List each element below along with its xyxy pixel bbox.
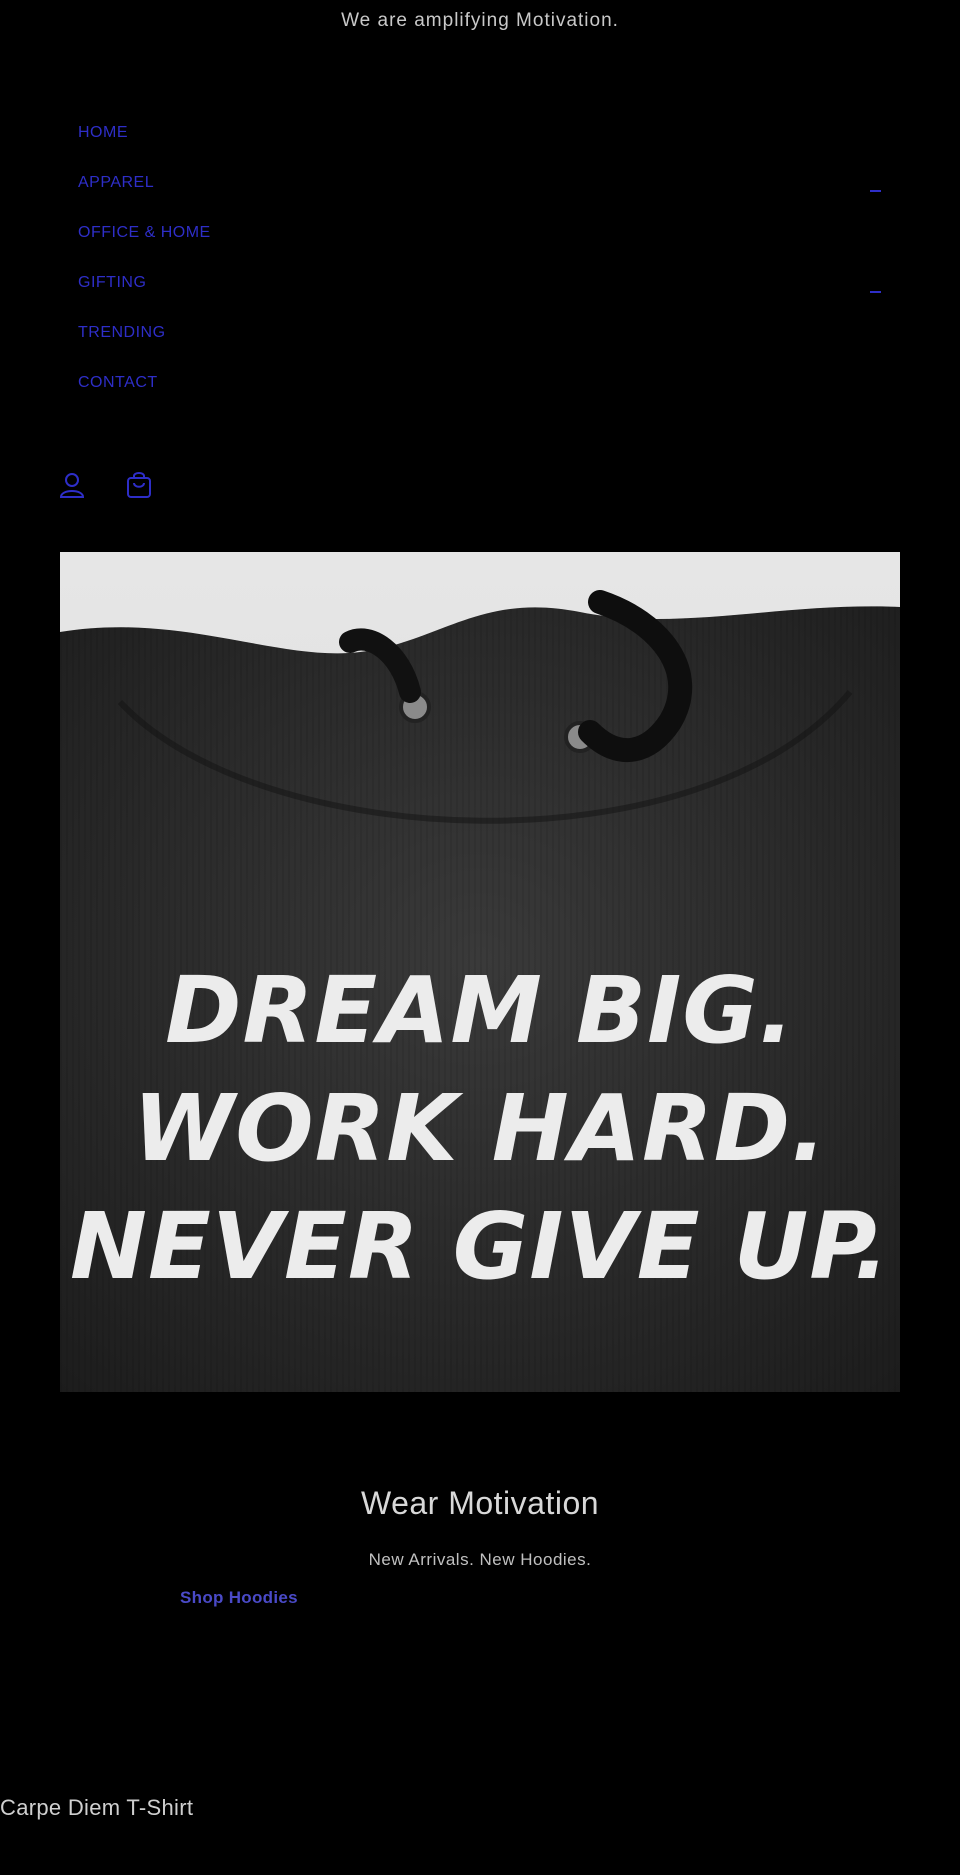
nav-item-trending: TRENDING [78,318,211,368]
nav-item-contact: CONTACT [78,368,211,418]
gifting-submenu-chevron-icon[interactable] [870,291,881,293]
account-icon[interactable] [57,470,87,500]
shop-hoodies-link[interactable]: Shop Hoodies [180,1588,298,1608]
nav-link-gifting[interactable]: GIFTING [78,274,146,291]
hero-quote-line: NEVER GIVE UP. [70,1193,890,1300]
nav-item-apparel: APPAREL [78,168,211,218]
nav-item-office-home: OFFICE & HOME [78,218,211,268]
nav-item-gifting: GIFTING [78,268,211,318]
nav-link-contact[interactable]: CONTACT [78,374,158,391]
nav-link-trending[interactable]: TRENDING [78,324,166,341]
hero-subtitle: New Arrivals. New Hoodies. [368,1550,592,1569]
announcement-bar: We are amplifying Motivation. [341,10,619,31]
nav-item-home: HOME [78,118,211,168]
apparel-submenu-chevron-icon[interactable] [870,190,881,192]
nav-link-home[interactable]: HOME [78,124,128,141]
product-title[interactable]: Carpe Diem T-Shirt [0,1795,193,1821]
main-navigation: HOME APPAREL OFFICE & HOME GIFTING TREND… [78,118,211,418]
nav-link-apparel[interactable]: APPAREL [78,174,154,191]
nav-link-office-home[interactable]: OFFICE & HOME [78,224,211,241]
hero-quote: DREAM BIG. WORK HARD. NEVER GIVE UP. [60,952,900,1306]
cart-icon[interactable] [124,470,154,500]
hero-quote-line: DREAM BIG. [165,957,795,1064]
hero-title: Wear Motivation [360,1485,600,1521]
hero-quote-line: WORK HARD. [132,1075,828,1182]
hero-image: DREAM BIG. WORK HARD. NEVER GIVE UP. [60,552,900,1392]
